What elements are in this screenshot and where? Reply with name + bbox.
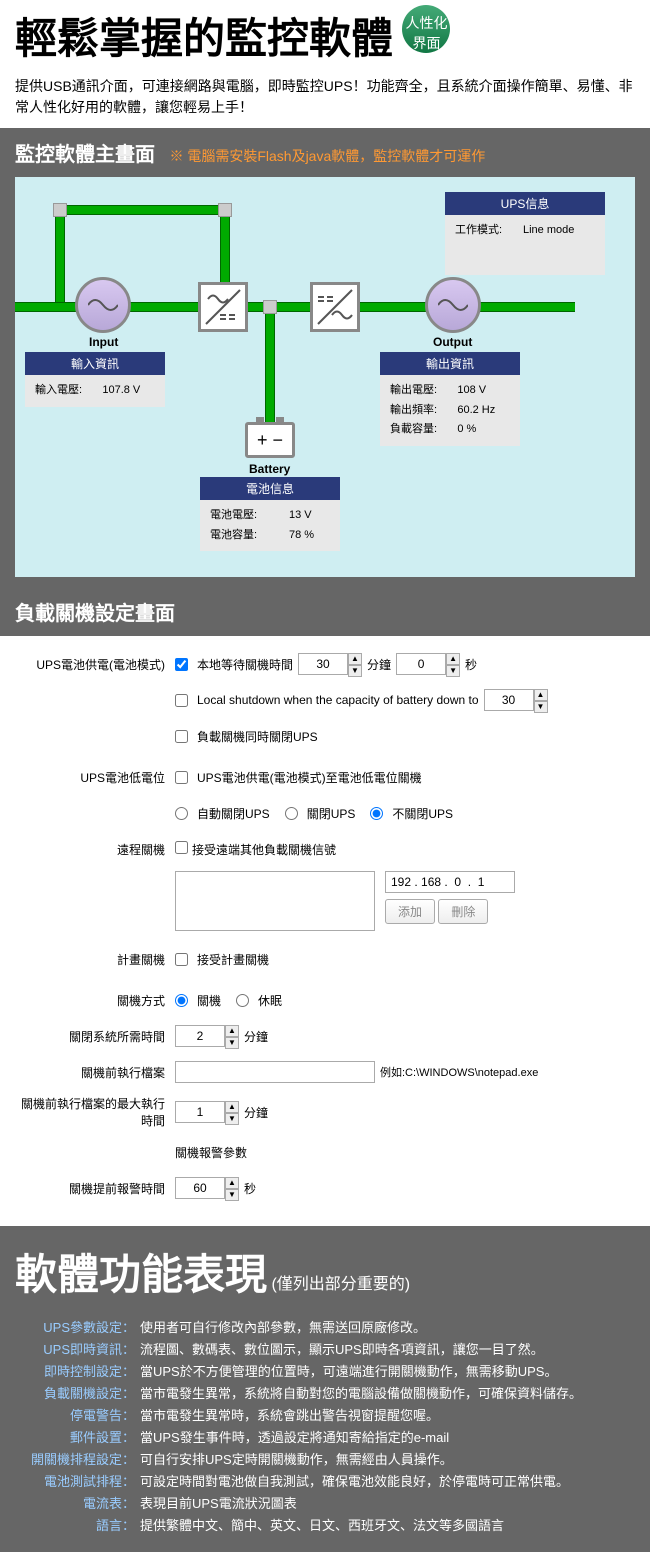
alarm-time-label: 關機提前報警時間 xyxy=(20,1180,175,1197)
close-time-input[interactable] xyxy=(175,1025,225,1047)
feature-item: 負載關機設定：當市電發生異常，系統將自動對您的電腦設備做關機動作，可確保資料儲存… xyxy=(15,1383,635,1402)
feature-label: UPS參數設定： xyxy=(15,1317,140,1336)
plan-accept-checkbox[interactable] xyxy=(175,953,188,966)
feature-item: 電流表：表現目前UPS電流狀況圖表 xyxy=(15,1493,635,1512)
output-label: Output xyxy=(433,335,472,349)
delete-button[interactable]: 刪除 xyxy=(438,899,488,924)
spinner-down[interactable]: ▼ xyxy=(446,665,460,677)
no-close-radio[interactable] xyxy=(370,807,383,820)
feature-label: 電池測試排程： xyxy=(15,1471,140,1490)
feature-text: 當市電發生異常時，系統會跳出警告視窗提醒您喔。 xyxy=(140,1405,635,1424)
feature-item: 語言：提供繁體中文、簡中、英文、日文、西班牙文、法文等多國語言 xyxy=(15,1515,635,1534)
feature-text: 可自行安排UPS定時開關機動作，無需經由人員操作。 xyxy=(140,1449,635,1468)
capacity-shutdown-checkbox[interactable] xyxy=(175,694,188,707)
ups-info-panel: UPS信息 工作模式:Line mode xyxy=(445,192,605,275)
settings-section-title: 負載關機設定畫面 xyxy=(15,597,635,626)
feature-text: 當UPS發生事件時，透過設定將通知寄給指定的e-mail xyxy=(140,1427,635,1446)
spinner-down[interactable]: ▼ xyxy=(225,1189,239,1201)
spinner-up[interactable]: ▲ xyxy=(348,653,362,665)
feature-item: 郵件設置：當UPS發生事件時，透過設定將通知寄給指定的e-mail xyxy=(15,1427,635,1446)
feature-text: 流程圖、數碼表、數位圖示，顯示UPS即時各項資訊，讓您一目了然。 xyxy=(140,1339,635,1358)
spinner-down[interactable]: ▼ xyxy=(534,701,548,713)
wait-minutes-input[interactable] xyxy=(298,653,348,675)
low-batt-label: UPS電池低電位 xyxy=(20,769,175,786)
spinner-down[interactable]: ▼ xyxy=(225,1113,239,1125)
pre-file-label: 關機前執行檔案 xyxy=(20,1064,175,1081)
feature-text: 提供繁體中文、簡中、英文、日文、西班牙文、法文等多國語言 xyxy=(140,1515,635,1534)
diagram-section-note: ※ 電腦需安裝Flash及java軟體，監控軟體才可運作 xyxy=(169,148,485,164)
inverter-icon xyxy=(310,282,360,332)
feature-item: UPS即時資訊：流程圖、數碼表、數位圖示，顯示UPS即時各項資訊，讓您一目了然。 xyxy=(15,1339,635,1358)
feature-label: 負載關機設定： xyxy=(15,1383,140,1402)
close-ups-radio[interactable] xyxy=(285,807,298,820)
spinner-up[interactable]: ▲ xyxy=(225,1101,239,1113)
feature-text: 當市電發生異常，系統將自動對您的電腦設備做關機動作，可確保資料儲存。 xyxy=(140,1383,635,1402)
feature-label: 電流表： xyxy=(15,1493,140,1512)
feature-label: 停電警告： xyxy=(15,1405,140,1424)
features-title: 軟體功能表現 xyxy=(15,1251,267,1298)
output-node-icon xyxy=(425,277,481,333)
spinner-up[interactable]: ▲ xyxy=(534,689,548,701)
close-time-label: 關閉系統所需時間 xyxy=(20,1028,175,1045)
shutdown-ups-checkbox[interactable] xyxy=(175,730,188,743)
battery-icon: + − xyxy=(245,422,295,458)
feature-list: UPS參數設定：使用者可自行修改內部參數，無需送回原廠修改。UPS即時資訊：流程… xyxy=(15,1317,635,1534)
plan-label: 計畫關機 xyxy=(20,951,175,968)
input-label: Input xyxy=(89,335,118,349)
capacity-input[interactable] xyxy=(484,689,534,711)
feature-item: 即時控制設定：當UPS於不方便管理的位置時，可遠端進行開關機動作，無需移動UPS… xyxy=(15,1361,635,1380)
output-info-panel: 輸出資訊 輸出電壓:108 V 輸出頻率:60.2 Hz 負載容量:0 % xyxy=(380,352,520,446)
feature-text: 當UPS於不方便管理的位置時，可遠端進行開關機動作，無需移動UPS。 xyxy=(140,1361,635,1380)
feature-label: UPS即時資訊： xyxy=(15,1339,140,1358)
remote-ip-listbox[interactable] xyxy=(175,871,375,931)
ups-flow-diagram: + − Input 輸入資訊 輸入電壓:107.8 V Output 輸出資訊 … xyxy=(15,177,635,577)
spinner-up[interactable]: ▲ xyxy=(225,1177,239,1189)
page-title: 輕鬆掌握的監控軟體 xyxy=(15,15,393,62)
remote-label: 遠程關機 xyxy=(20,841,175,858)
low-batt-shutdown-checkbox[interactable] xyxy=(175,771,188,784)
battery-label: Battery xyxy=(249,462,290,476)
method-hibernate-radio[interactable] xyxy=(236,994,249,1007)
feature-text: 表現目前UPS電流狀況圖表 xyxy=(140,1493,635,1512)
local-wait-checkbox[interactable] xyxy=(175,658,188,671)
feature-label: 即時控制設定： xyxy=(15,1361,140,1380)
method-shutdown-radio[interactable] xyxy=(175,994,188,1007)
feature-label: 郵件設置： xyxy=(15,1427,140,1446)
feature-item: UPS參數設定：使用者可自行修改內部參數，無需送回原廠修改。 xyxy=(15,1317,635,1336)
spinner-down[interactable]: ▼ xyxy=(348,665,362,677)
rectifier-icon xyxy=(198,282,248,332)
feature-label: 語言： xyxy=(15,1515,140,1534)
auto-close-radio[interactable] xyxy=(175,807,188,820)
badge-humanized: 人性化界面 xyxy=(402,5,450,53)
remote-accept-checkbox[interactable] xyxy=(175,841,188,854)
pre-file-input[interactable] xyxy=(175,1061,375,1083)
add-button[interactable]: 添加 xyxy=(385,899,435,924)
input-node-icon xyxy=(75,277,131,333)
shutdown-method-label: 關機方式 xyxy=(20,992,175,1009)
features-subtitle: (僅列出部分重要的) xyxy=(271,1276,410,1293)
feature-item: 電池測試排程：可設定時間對電池做自我測試，確保電池效能良好，於停電時可正常供電。 xyxy=(15,1471,635,1490)
feature-item: 停電警告：當市電發生異常時，系統會跳出警告視窗提醒您喔。 xyxy=(15,1405,635,1424)
spinner-down[interactable]: ▼ xyxy=(225,1037,239,1049)
battery-info-panel: 電池信息 電池電壓:13 V 電池容量:78 % xyxy=(200,477,340,551)
feature-text: 可設定時間對電池做自我測試，確保電池效能良好，於停電時可正常供電。 xyxy=(140,1471,635,1490)
shutdown-settings-panel: UPS電池供電(電池模式) 本地等待關機時間 ▲▼ 分鐘 ▲▼ 秒 Local … xyxy=(0,636,650,1226)
max-exec-input[interactable] xyxy=(175,1101,225,1123)
feature-item: 開關機排程設定：可自行安排UPS定時開關機動作，無需經由人員操作。 xyxy=(15,1449,635,1468)
diagram-section-title: 監控軟體主畫面 xyxy=(15,144,155,166)
feature-label: 開關機排程設定： xyxy=(15,1449,140,1468)
spinner-up[interactable]: ▲ xyxy=(446,653,460,665)
spinner-up[interactable]: ▲ xyxy=(225,1025,239,1037)
wait-seconds-input[interactable] xyxy=(396,653,446,675)
max-exec-label: 關機前執行檔案的最大執行時間 xyxy=(20,1095,175,1129)
input-info-panel: 輸入資訊 輸入電壓:107.8 V xyxy=(25,352,165,407)
feature-text: 使用者可自行修改內部參數，無需送回原廠修改。 xyxy=(140,1317,635,1336)
ip-input[interactable] xyxy=(385,871,515,893)
battery-mode-label: UPS電池供電(電池模式) xyxy=(20,656,175,673)
page-description: 提供USB通訊介面，可連接網路與電腦，即時監控UPS！功能齊全，且系統介面操作簡… xyxy=(0,71,650,128)
alarm-time-input[interactable] xyxy=(175,1177,225,1199)
